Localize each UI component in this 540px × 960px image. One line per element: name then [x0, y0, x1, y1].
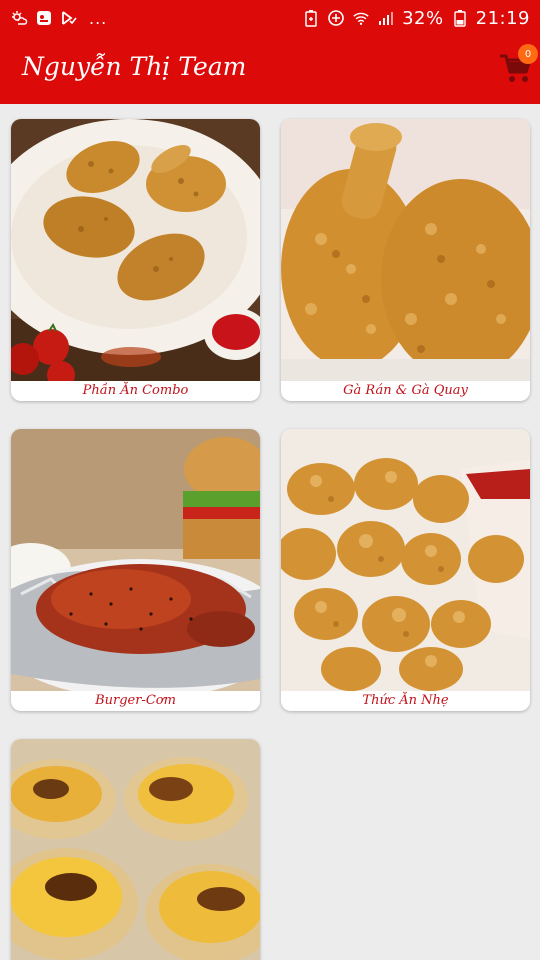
category-card-desserts[interactable] [11, 739, 260, 960]
category-card-snacks[interactable]: Thức Ăn Nhẹ [281, 429, 530, 711]
clock: 21:19 [475, 7, 530, 29]
app-bar: Nguyễn Thị Team 0 [0, 36, 540, 104]
weather-icon [10, 9, 28, 27]
signal-icon [377, 9, 395, 27]
download-check-icon [60, 9, 78, 27]
app-title: Nguyễn Thị Team [22, 52, 247, 81]
more-notifications: ... [89, 8, 108, 28]
egg-tarts-image [11, 739, 260, 960]
category-label: Thức Ăn Nhẹ [362, 693, 449, 708]
shopping-cart-icon [498, 54, 534, 90]
fried-chicken-plate-image [11, 119, 260, 381]
category-label: Phần Ăn Combo [82, 383, 189, 398]
category-card-fried-chicken[interactable]: Gà Rán & Gà Quay [281, 119, 530, 401]
battery-icon [451, 9, 469, 27]
category-label: Gà Rán & Gà Quay [343, 383, 468, 398]
category-card-combo[interactable]: Phần Ăn Combo [11, 119, 260, 401]
cart-count-badge: 0 [518, 44, 538, 64]
popcorn-chicken-image [281, 429, 530, 691]
burger-roast-chicken-image [11, 429, 260, 691]
category-label: Burger-Cơm [95, 693, 176, 708]
status-bar: ... 32% 21:19 [0, 0, 540, 36]
battery-percent: 32% [402, 7, 444, 29]
category-card-burger-rice[interactable]: Burger-Cơm [11, 429, 260, 711]
data-saver-icon [327, 9, 345, 27]
app-notification-icon [35, 9, 53, 27]
battery-saver-icon [302, 9, 320, 27]
crispy-chicken-image [281, 119, 530, 381]
wifi-icon [352, 9, 370, 27]
cart-button[interactable]: 0 [498, 44, 538, 90]
